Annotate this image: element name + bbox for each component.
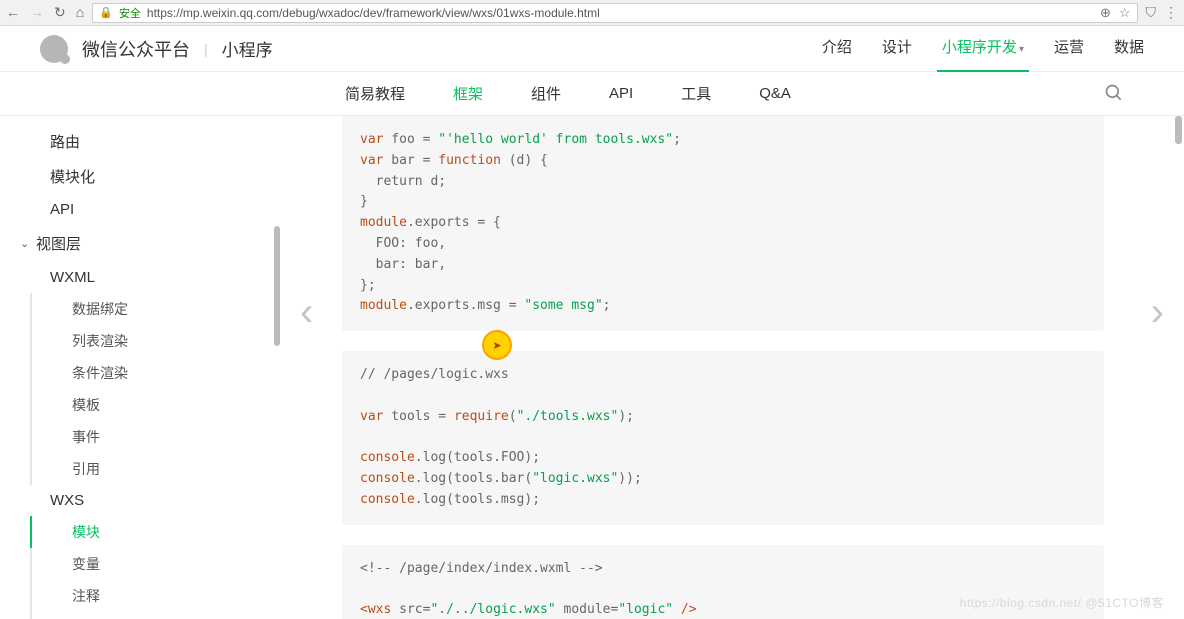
chevron-down-icon: ⌄ [20,237,30,250]
secure-label: 安全 [119,5,141,21]
search-button[interactable] [1104,83,1124,107]
sidebar-item-operator[interactable]: 运算符 [30,612,282,619]
menu-icon[interactable]: ⋮ [1164,4,1178,21]
sidebar-group-label: 视图层 [36,233,81,254]
cursor-highlight: ➤ [482,330,512,360]
sidebar[interactable]: 路由 模块化 API ⌄ 视图层 WXML 数据绑定 列表渲染 条件渲染 模板 事… [0,116,282,619]
cursor-icon: ➤ [492,339,501,352]
sidebar-group-view[interactable]: ⌄ 视图层 [10,225,282,262]
code-block-tools: var foo = "'hello world' from tools.wxs"… [342,116,1104,331]
brand-name: 微信公众平台 [82,36,190,62]
page-header: 微信公众平台 | 小程序 介绍 设计 小程序开发▾ 运营 数据 [0,26,1184,72]
subnav-qa[interactable]: Q&A [759,85,791,102]
sidebar-item-api[interactable]: API [30,194,282,225]
shield-icon[interactable]: ⛉ [1146,4,1157,21]
sidebar-item-wxml[interactable]: WXML [30,262,282,293]
zoom-icon[interactable]: ⊕ [1100,5,1111,21]
nav-dev[interactable]: 小程序开发▾ [942,36,1024,61]
lock-icon: 🔒 [99,6,113,19]
brand-separator: | [204,41,208,57]
home-button[interactable]: ⌂ [76,4,84,21]
sidebar-item-include[interactable]: 引用 [30,453,282,485]
back-button[interactable]: ← [6,4,20,21]
next-arrow[interactable]: › [1151,290,1164,335]
nav-ops[interactable]: 运营 [1054,36,1084,61]
subnav-tools[interactable]: 工具 [681,83,711,104]
nav-dev-label: 小程序开发 [942,39,1017,56]
main-layout: 路由 模块化 API ⌄ 视图层 WXML 数据绑定 列表渲染 条件渲染 模板 事… [0,116,1184,619]
star-icon[interactable]: ☆ [1119,5,1131,21]
nav-design[interactable]: 设计 [882,36,912,61]
content-scrollbar-thumb[interactable] [1175,116,1182,144]
sidebar-item-wxs[interactable]: WXS [30,485,282,516]
sidebar-item-comment[interactable]: 注释 [30,580,282,612]
subnav-components[interactable]: 组件 [531,83,561,104]
brand-sub: 小程序 [222,36,273,61]
sub-nav: 简易教程 框架 组件 API 工具 Q&A [0,72,1184,116]
sidebar-item-module[interactable]: 模块 [30,516,282,548]
reload-button[interactable]: ↻ [54,4,66,21]
sidebar-item-variable[interactable]: 变量 [30,548,282,580]
top-nav: 介绍 设计 小程序开发▾ 运营 数据 [822,36,1144,61]
url-bar[interactable]: 🔒 安全 https://mp.weixin.qq.com/debug/wxad… [92,3,1137,23]
sidebar-item-route[interactable]: 路由 [30,124,282,159]
sidebar-item-list-render[interactable]: 列表渲染 [30,325,282,357]
code-block-logic: // /pages/logic.wxs var tools = require(… [342,351,1104,525]
search-icon [1104,83,1124,103]
sidebar-item-events[interactable]: 事件 [30,421,282,453]
sidebar-item-conditional[interactable]: 条件渲染 [30,357,282,389]
nav-data[interactable]: 数据 [1114,36,1144,61]
subnav-tutorial[interactable]: 简易教程 [345,83,405,104]
subnav-api[interactable]: API [609,85,633,102]
wechat-logo [40,35,68,63]
url-text: https://mp.weixin.qq.com/debug/wxadoc/de… [147,6,600,20]
content-area[interactable]: var foo = "'hello world' from tools.wxs"… [282,116,1184,619]
chevron-down-icon: ▾ [1019,44,1024,55]
subnav-framework[interactable]: 框架 [453,83,483,104]
browser-toolbar: ← → ↻ ⌂ 🔒 安全 https://mp.weixin.qq.com/de… [0,0,1184,26]
prev-arrow[interactable]: ‹ [300,290,313,335]
sidebar-item-data-binding[interactable]: 数据绑定 [30,293,282,325]
sidebar-item-template[interactable]: 模板 [30,389,282,421]
sidebar-scrollbar-thumb[interactable] [274,226,280,346]
watermark: https://blog.csdn.net/ @51CTO博客 [960,594,1164,611]
nav-intro[interactable]: 介绍 [822,36,852,61]
sidebar-item-modular[interactable]: 模块化 [30,159,282,194]
forward-button[interactable]: → [30,4,44,21]
